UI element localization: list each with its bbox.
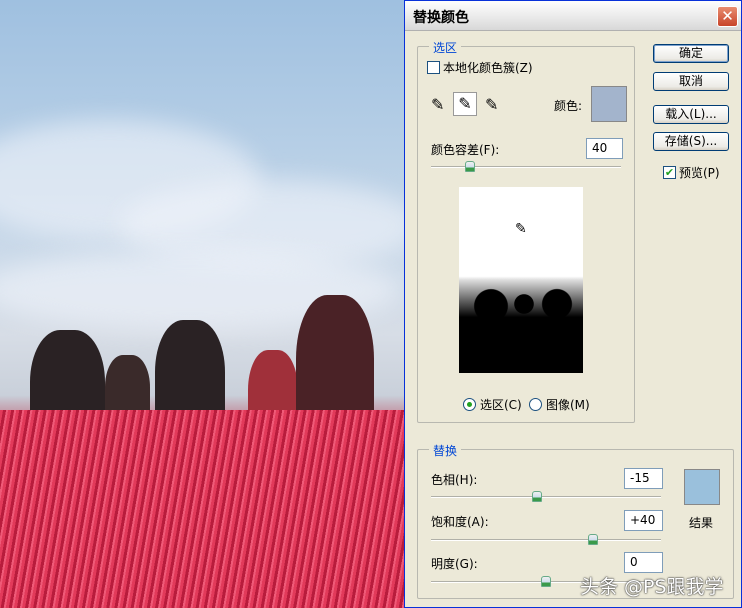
photo-canvas — [0, 0, 404, 608]
hue-slider[interactable] — [431, 496, 661, 498]
replace-color-dialog: 替换颜色 ✕ 确定 取消 载入(L)... 存储(S)... ✔ 预览(P) 选… — [404, 0, 742, 608]
localized-clusters-checkbox[interactable]: 本地化颜色簇(Z) — [427, 59, 533, 76]
radio-image[interactable]: 图像(M) — [529, 396, 590, 413]
lightness-slider-thumb[interactable] — [541, 576, 551, 587]
checkbox-box[interactable] — [427, 61, 440, 74]
dialog-title: 替换颜色 — [413, 10, 469, 26]
selection-legend: 选区 — [429, 39, 462, 56]
fuzziness-input[interactable]: 40 — [586, 138, 623, 159]
preview-checkbox[interactable]: ✔ 预览(P) — [663, 164, 720, 181]
radio-selection[interactable]: 选区(C) — [463, 396, 522, 413]
radio-selection-label: 选区(C) — [480, 398, 522, 412]
eyedropper-minus-icon[interactable]: ✎ — [485, 95, 498, 114]
saturation-slider[interactable] — [431, 539, 661, 541]
result-color-swatch[interactable] — [684, 469, 720, 505]
preview-label: 预览(P) — [679, 166, 720, 180]
eyedropper-plus-icon[interactable]: ✎ — [453, 92, 477, 116]
replacement-legend: 替换 — [429, 442, 462, 459]
load-button[interactable]: 载入(L)... — [653, 105, 729, 124]
radio-image-label: 图像(M) — [546, 398, 590, 412]
selection-preview[interactable]: ✎ — [459, 187, 583, 373]
color-label: 颜色: — [554, 99, 583, 113]
lightness-input[interactable]: 0 — [624, 552, 663, 573]
eyedropper-icon[interactable]: ✎ — [431, 95, 444, 114]
ok-button[interactable]: 确定 — [653, 44, 729, 63]
selection-color-swatch[interactable] — [591, 86, 627, 122]
lightness-label: 明度(G): — [431, 557, 478, 571]
saturation-slider-thumb[interactable] — [588, 534, 598, 545]
saturation-input[interactable]: +40 — [624, 510, 663, 531]
checkmark-icon[interactable]: ✔ — [663, 166, 676, 179]
fuzziness-label: 颜色容差(F): — [431, 143, 500, 157]
watermark: 头条 @PS跟我学 — [580, 576, 724, 598]
save-button[interactable]: 存储(S)... — [653, 132, 729, 151]
hue-input[interactable]: -15 — [624, 468, 663, 489]
saturation-label: 饱和度(A): — [431, 515, 489, 529]
eyedropper-cursor-icon: ✎ — [515, 221, 527, 237]
hue-label: 色相(H): — [431, 473, 478, 487]
close-icon[interactable]: ✕ — [717, 6, 738, 27]
fuzziness-slider[interactable] — [431, 166, 621, 168]
title-bar[interactable]: 替换颜色 ✕ — [405, 1, 741, 31]
cancel-button[interactable]: 取消 — [653, 72, 729, 91]
result-label: 结果 — [689, 516, 714, 530]
fuzziness-slider-thumb[interactable] — [465, 161, 475, 172]
localized-clusters-label: 本地化颜色簇(Z) — [443, 61, 533, 75]
hue-slider-thumb[interactable] — [532, 491, 542, 502]
